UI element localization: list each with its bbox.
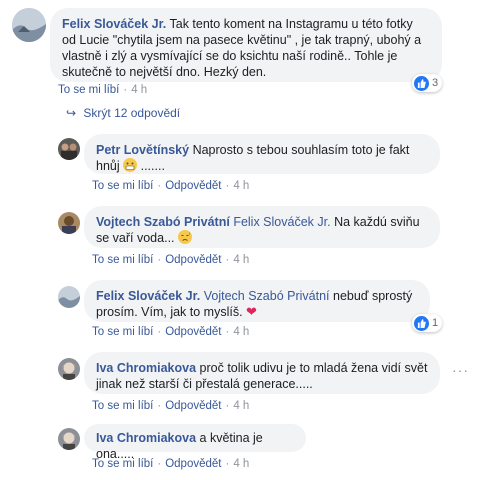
comment-bubble: Petr Lovětínský Naprosto s tebou souhlas… [84, 134, 440, 174]
profile-photo [58, 286, 80, 308]
comment-author[interactable]: Felix Slováček Jr. [96, 289, 200, 303]
avatar[interactable] [58, 138, 80, 160]
like-reaction-icon [414, 315, 429, 331]
profile-photo [58, 212, 80, 234]
comment-actions: To se mi líbí · 4 h [58, 84, 147, 96]
reaction-count: 3 [432, 77, 439, 89]
reaction-summary[interactable]: 1 [412, 314, 443, 332]
comment-text-tail: ....... [140, 159, 165, 173]
like-link[interactable]: To se mi líbí [92, 458, 153, 470]
comment-author[interactable]: Felix Slováček Jr. [62, 17, 166, 31]
comment-author[interactable]: Iva Chromiakova [96, 431, 196, 445]
hide-replies-link[interactable]: ↪ Skrýt 12 odpovědí [66, 106, 180, 120]
comment-bubble: Felix Slováček Jr. Tak tento koment na I… [50, 8, 442, 82]
reply-link[interactable]: Odpovědět [165, 326, 221, 338]
comment-bubble: Iva Chromiakova a květina je ona..... [84, 424, 306, 461]
reply-link[interactable]: Odpovědět [165, 400, 221, 412]
mention-link[interactable]: Vojtech Szabó Privátní [204, 289, 330, 303]
like-link[interactable]: To se mi líbí [92, 400, 153, 412]
separator: · [225, 254, 230, 266]
separator: · [157, 254, 162, 266]
separator: · [225, 400, 230, 412]
comment-author[interactable]: Vojtech Szabó Privátní [96, 215, 230, 229]
separator: · [123, 84, 128, 96]
timestamp[interactable]: 4 h [233, 458, 249, 470]
comment-bubble: Felix Slováček Jr. Vojtech Szabó Privátn… [84, 280, 430, 322]
separator: · [157, 326, 162, 338]
separator: · [157, 458, 162, 470]
reaction-summary[interactable]: 3 [412, 74, 443, 92]
reply-link[interactable]: Odpovědět [165, 180, 221, 192]
comment-actions: To se mi líbí · Odpovědět · 4 h [92, 400, 249, 412]
avatar[interactable] [58, 358, 80, 380]
comment-bubble: Iva Chromiakova proč tolik udivu je to m… [84, 352, 440, 394]
separator: · [225, 458, 230, 470]
avatar[interactable] [58, 286, 80, 308]
comment-actions: To se mi líbí · Odpovědět · 4 h [92, 326, 249, 338]
reply-link[interactable]: Odpovědět [165, 254, 221, 266]
separator: · [225, 180, 230, 192]
comment-actions: To se mi líbí · Odpovědět · 4 h [92, 254, 249, 266]
comment-actions: To se mi líbí · Odpovědět · 4 h [92, 180, 249, 192]
timestamp[interactable]: 4 h [131, 84, 147, 96]
timestamp[interactable]: 4 h [233, 180, 249, 192]
reply-link[interactable]: Odpovědět [165, 458, 221, 470]
mention-link[interactable]: Felix Slováček Jr. [233, 215, 330, 229]
like-link[interactable]: To se mi líbí [92, 254, 153, 266]
separator: · [157, 400, 162, 412]
avatar[interactable] [58, 212, 80, 234]
timestamp[interactable]: 4 h [233, 326, 249, 338]
separator: · [225, 326, 230, 338]
comment-actions: To se mi líbí · Odpovědět · 4 h [92, 458, 249, 470]
comment-author[interactable]: Petr Lovětínský [96, 143, 189, 157]
like-link[interactable]: To se mi líbí [92, 326, 153, 338]
like-link[interactable]: To se mi líbí [92, 180, 153, 192]
profile-photo [58, 138, 80, 160]
grimace-emoji-icon [123, 158, 138, 172]
like-reaction-icon [414, 75, 429, 91]
avatar[interactable] [58, 428, 80, 450]
like-link[interactable]: To se mi líbí [58, 84, 119, 96]
reply-arrow-icon: ↪ [66, 106, 77, 120]
reaction-count: 1 [432, 317, 439, 329]
profile-photo [58, 428, 80, 450]
timestamp[interactable]: 4 h [233, 254, 249, 266]
avatar[interactable] [12, 8, 46, 42]
comment-author[interactable]: Iva Chromiakova [96, 361, 196, 375]
sad-sweat-emoji-icon [178, 230, 192, 244]
more-options-icon[interactable]: ··· [452, 362, 469, 378]
comment-bubble: Vojtech Szabó Privátní Felix Slováček Jr… [84, 206, 440, 248]
profile-photo [12, 8, 46, 42]
heart-emoji-icon: ❤ [246, 304, 257, 319]
profile-photo [58, 358, 80, 380]
separator: · [157, 180, 162, 192]
timestamp[interactable]: 4 h [233, 400, 249, 412]
